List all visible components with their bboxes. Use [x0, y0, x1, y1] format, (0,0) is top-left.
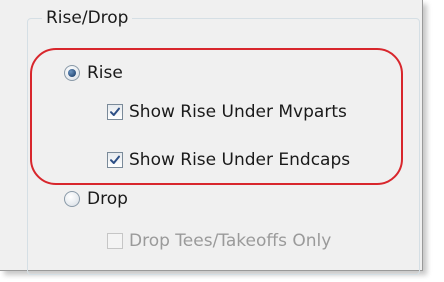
rise-radio-button[interactable]: [64, 65, 80, 81]
show-rise-under-endcaps-option[interactable]: Show Rise Under Endcaps: [107, 148, 350, 172]
show-rise-under-endcaps-label: Show Rise Under Endcaps: [129, 150, 351, 170]
drop-radio-button[interactable]: [64, 191, 80, 207]
drop-option[interactable]: Drop: [64, 187, 128, 211]
drop-tees-takeoffs-only-option: Drop Tees/Takeoffs Only: [107, 229, 331, 253]
checkmark-icon: [110, 155, 120, 164]
groupbox-title: Rise/Drop: [42, 6, 133, 30]
show-rise-under-endcaps-checkbox[interactable]: [107, 152, 123, 168]
drop-tees-takeoffs-only-checkbox: [107, 233, 123, 249]
checkmark-icon: [110, 107, 120, 116]
rise-option[interactable]: Rise: [64, 61, 123, 85]
show-rise-under-mvparts-checkbox[interactable]: [107, 104, 123, 120]
show-rise-under-mvparts-label: Show Rise Under Mvparts: [129, 102, 347, 122]
drop-label: Drop: [87, 189, 128, 209]
show-rise-under-mvparts-option[interactable]: Show Rise Under Mvparts: [107, 100, 347, 124]
rise-label: Rise: [87, 63, 123, 83]
drop-tees-takeoffs-only-label: Drop Tees/Takeoffs Only: [129, 231, 332, 251]
dialog-panel: Rise/Drop Rise Show Rise Under Mvparts S…: [0, 0, 423, 275]
